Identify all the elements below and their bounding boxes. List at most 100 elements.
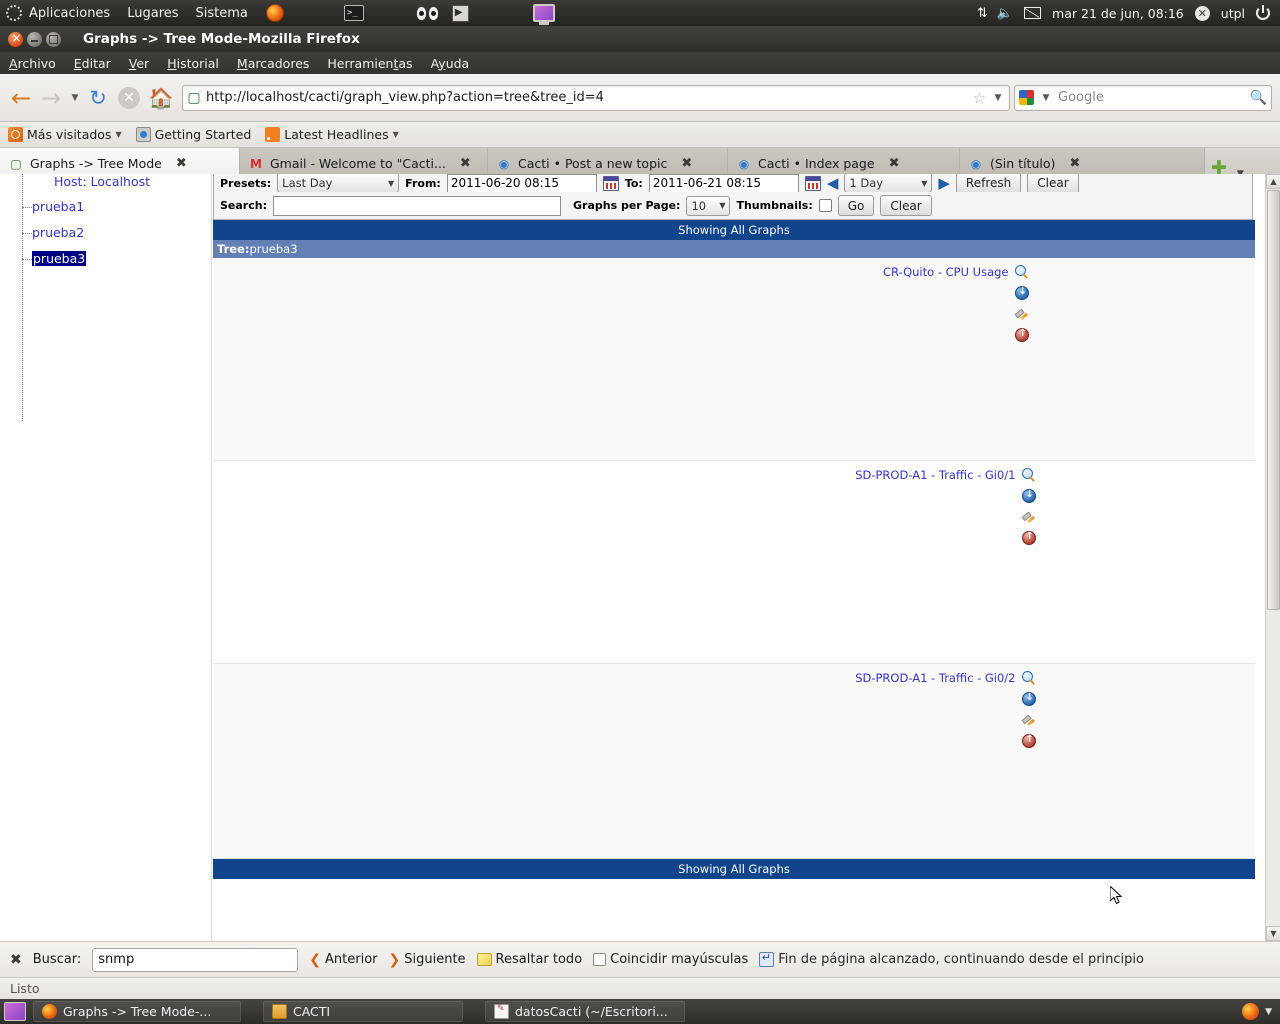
terminal-launcher-icon[interactable]: >_ (343, 5, 364, 21)
page-top-icon[interactable] (1021, 733, 1036, 748)
showing-all-graphs-footer: Showing All Graphs (213, 859, 1255, 879)
forward-button-icon[interactable]: → (38, 85, 64, 111)
graph-properties-icon[interactable] (1022, 713, 1036, 727)
url-dropdown-icon[interactable]: ▼ (991, 93, 1005, 103)
chevron-down-icon: ▼ (392, 130, 399, 139)
power-icon[interactable] (1256, 5, 1270, 20)
menu-marcadores[interactable]: Marcadores (228, 56, 319, 71)
bookmark-star-icon[interactable]: ☆ (973, 89, 986, 107)
site-identity-icon[interactable]: ▢ (187, 90, 201, 106)
from-date-input[interactable]: 2011-06-20 08:15 (446, 174, 597, 192)
menu-editar[interactable]: Editar (65, 56, 120, 71)
cacti-search-input[interactable] (272, 195, 561, 216)
google-icon[interactable] (1019, 90, 1034, 105)
to-date-input[interactable]: 2011-06-21 08:15 (648, 174, 799, 192)
match-case-checkbox[interactable]: Coincidir mayúsculas (593, 952, 748, 967)
page-top-icon[interactable] (1014, 327, 1029, 342)
network-icon[interactable]: ⇅ (977, 6, 988, 21)
zoom-icon[interactable] (1014, 265, 1029, 279)
bookmark-latest-headlines[interactable]: Latest Headlines ▼ (265, 127, 399, 142)
highlight-all-button[interactable]: Resaltar todo (476, 952, 582, 967)
panel-menu-lugares[interactable]: Lugares (125, 5, 180, 22)
page-scrollbar[interactable]: ▲ ▼ (1265, 174, 1280, 941)
mail-icon[interactable] (1024, 7, 1042, 19)
refresh-button[interactable]: Refresh (955, 174, 1022, 192)
find-input[interactable]: snmp (92, 947, 299, 972)
graph-title[interactable]: CR-Quito - CPU Usage (440, 265, 1015, 342)
window-close-button[interactable] (8, 31, 23, 47)
taskbar-item-datoscacti[interactable]: datosCacti (~/Escritori... (485, 1001, 685, 1022)
tab-close-icon[interactable]: ✖ (1069, 156, 1080, 171)
csv-export-icon[interactable] (1021, 488, 1036, 503)
tab-close-icon[interactable]: ✖ (889, 156, 900, 171)
tree-node-prueba3[interactable]: prueba3 (0, 249, 211, 268)
zoom-icon[interactable] (1021, 468, 1036, 482)
scroll-up-icon[interactable]: ▲ (1266, 174, 1280, 189)
window-minimize-button[interactable] (27, 31, 42, 47)
graphs-per-page-select[interactable]: 10 ▼ (686, 195, 731, 216)
tree-node-host-localhost[interactable]: Host: Localhost (0, 174, 211, 186)
window-maximize-button[interactable] (46, 31, 61, 47)
url-text[interactable]: http://localhost/cacti/graph_view.php?ac… (206, 90, 968, 105)
bookmark-getting-started[interactable]: Getting Started (135, 127, 251, 142)
find-next-button[interactable]: ❯ Siguiente (389, 952, 466, 968)
search-icon[interactable]: 🔍 (1250, 90, 1267, 106)
tray-firefox-icon[interactable] (1242, 1003, 1260, 1020)
menu-ayuda[interactable]: Ayuda (422, 56, 479, 71)
interval-select[interactable]: 1 Day ▼ (844, 174, 933, 192)
chat-status-icon[interactable]: ✕ (1194, 5, 1210, 21)
display-monitor-icon[interactable] (532, 4, 555, 25)
tab-close-icon[interactable]: ✖ (460, 156, 471, 171)
presets-select[interactable]: Last Day ▼ (277, 174, 400, 192)
csv-export-icon[interactable] (1021, 691, 1036, 706)
go-button[interactable]: Go (837, 195, 875, 216)
tree-node-prueba2[interactable]: prueba2 (0, 223, 211, 242)
media-player-icon[interactable] (451, 4, 469, 22)
graph-title[interactable]: SD-PROD-A1 - Traffic - Gi0/1 (433, 468, 1022, 545)
shift-left-icon[interactable]: ◀ (827, 174, 839, 192)
search-engine-dropdown-icon[interactable]: ▼ (1039, 93, 1053, 103)
back-button-icon[interactable]: ← (8, 85, 34, 111)
shift-right-icon[interactable]: ▶ (938, 174, 950, 192)
menu-ver[interactable]: Ver (120, 56, 158, 71)
reload-button-icon[interactable]: ↻ (86, 86, 110, 110)
user-name[interactable]: utpl (1221, 6, 1245, 21)
clock[interactable]: mar 21 de jun, 08:16 (1052, 6, 1184, 21)
panel-menu-aplicaciones[interactable]: Aplicaciones (27, 5, 112, 22)
search-input[interactable]: Google (1058, 90, 1245, 105)
zoom-icon[interactable] (1021, 671, 1036, 685)
graph-title[interactable]: SD-PROD-A1 - Traffic - Gi0/2 (433, 671, 1022, 748)
page-top-icon[interactable] (1021, 530, 1036, 545)
history-dropdown-icon[interactable]: ▼ (68, 93, 82, 103)
tab-close-icon[interactable]: ✖ (681, 156, 692, 171)
firefox-launcher-icon[interactable] (265, 4, 284, 22)
taskbar-item-cacti-folder[interactable]: CACTI (263, 1001, 463, 1022)
csv-export-icon[interactable] (1014, 285, 1029, 300)
panel-menu-sistema[interactable]: Sistema (194, 5, 250, 22)
menu-herramientas[interactable]: Herramientas (318, 56, 421, 71)
tree-node-prueba1[interactable]: prueba1 (0, 197, 211, 216)
scroll-down-icon[interactable]: ▼ (1266, 926, 1280, 941)
menu-archivo[interactable]: Archivo (0, 56, 65, 71)
graph-properties-icon[interactable] (1022, 510, 1036, 524)
taskbar-item-firefox[interactable]: Graphs -> Tree Mode-... (33, 1001, 241, 1022)
home-button-icon[interactable]: 🏠 (148, 86, 174, 110)
calendar-icon[interactable] (804, 175, 821, 191)
clear-search-button[interactable]: Clear (880, 195, 932, 216)
thumbnails-checkbox[interactable] (818, 199, 832, 212)
bookmark-mas-visitados[interactable]: Más visitados ▼ (8, 127, 122, 142)
volume-icon[interactable]: 🔈 (997, 6, 1013, 21)
scrollbar-thumb[interactable] (1267, 190, 1280, 610)
menu-historial[interactable]: Historial (158, 56, 228, 71)
show-desktop-icon[interactable] (4, 1002, 26, 1021)
calendar-icon[interactable] (602, 175, 619, 191)
find-close-icon[interactable]: ✖ (10, 952, 22, 968)
tray-expand-icon[interactable]: ▼ (1265, 1007, 1272, 1017)
search-bar[interactable]: ▼ Google 🔍 (1014, 84, 1272, 111)
url-bar[interactable]: ▢ http://localhost/cacti/graph_view.php?… (182, 84, 1010, 111)
tab-close-icon[interactable]: ✖ (176, 156, 187, 171)
graph-properties-icon[interactable] (1015, 307, 1029, 321)
clear-date-button[interactable]: Clear (1027, 174, 1079, 192)
find-previous-button[interactable]: ❮ Anterior (309, 952, 377, 968)
stop-button-icon[interactable]: ✕ (118, 86, 140, 109)
